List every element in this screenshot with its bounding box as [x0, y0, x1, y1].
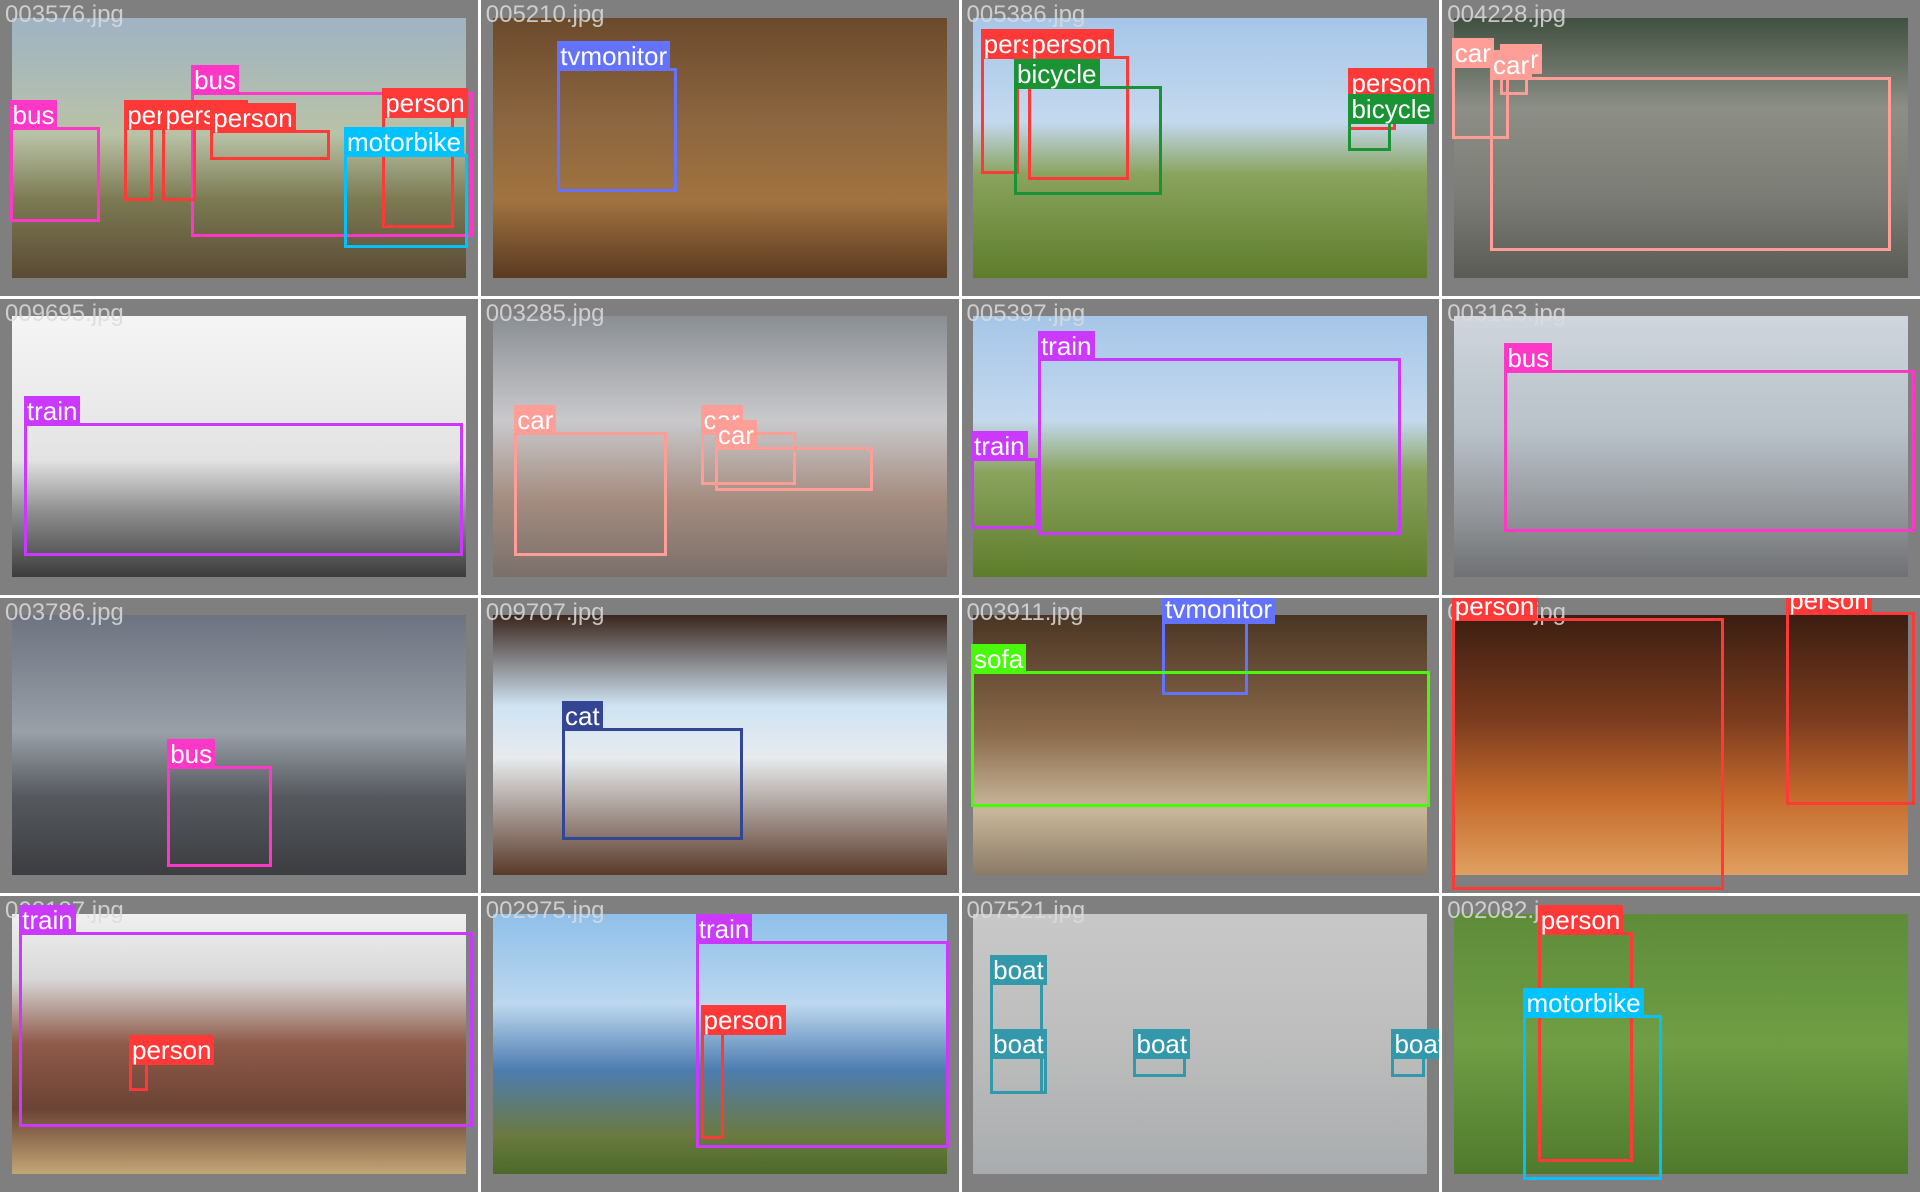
image-tile: 002975.jpg train person: [480, 896, 959, 1192]
detection-box-bicycle: bicycle: [1348, 94, 1434, 151]
detection-label: bus: [9, 100, 58, 131]
detection-box-boat: boat: [990, 1028, 1048, 1095]
detection-label: bus: [167, 739, 216, 770]
image-tile: 004228.jpg car car car: [1442, 0, 1920, 296]
detection-box-motorbike: motorbike: [1523, 987, 1662, 1181]
detection-box-train: train: [23, 395, 464, 557]
detection-label: bus: [191, 64, 240, 95]
detection-label: motorbike: [343, 126, 465, 157]
tile-filename: 009707.jpg: [485, 598, 605, 626]
detection-box-person: person: [700, 1005, 786, 1139]
tile-filename: 009695.jpg: [5, 299, 124, 327]
detection-label: bus: [1504, 342, 1553, 373]
image-tile: 005386.jpg person person bicycle person …: [961, 0, 1440, 296]
image-tile: 003163.jpg bus: [1442, 298, 1920, 595]
image-tile: 003576.jpg bus bus person person person …: [0, 0, 478, 296]
detection-box-bus: bus: [1504, 342, 1916, 533]
detection-box-boat: boat: [1133, 1028, 1191, 1077]
detection-box-train: train: [1037, 330, 1402, 536]
detection-label: bicycle: [1014, 58, 1100, 89]
detection-box-person: person: [210, 103, 330, 160]
detection-label: sofa: [971, 644, 1027, 675]
detection-label: train: [971, 431, 1028, 462]
tile-filename: 005397.jpg: [966, 299, 1086, 327]
detection-label: bicycle: [1348, 94, 1434, 125]
detection-box-bicycle: bicycle: [1014, 58, 1163, 196]
detection-label: car: [514, 404, 557, 435]
image-tile: 005397.jpg train train: [961, 298, 1440, 595]
image-tile: 003786.jpg bus: [0, 597, 478, 894]
image-tile: 007521.jpg boat boat boat boat: [961, 896, 1440, 1192]
detection-label: train: [1037, 330, 1095, 361]
detection-label: person: [1451, 597, 1538, 622]
detection-label: boat: [1133, 1028, 1191, 1059]
detection-label: train: [23, 395, 81, 426]
tile-filename: 003285.jpg: [485, 299, 605, 327]
detection-box-sofa: sofa: [971, 644, 1430, 808]
image-tile: 009695.jpg train: [0, 298, 478, 595]
detection-label: person: [1786, 597, 1872, 616]
detection-label: train: [695, 913, 753, 944]
detection-label: boat: [990, 1028, 1047, 1059]
image-tile: 003911.jpg tvmonitor sofa: [961, 597, 1440, 894]
detection-box-train: train: [19, 904, 473, 1127]
image-tile: 008187.jpg train person: [0, 896, 478, 1192]
detection-mosaic: 003576.jpg bus bus person person person …: [0, 0, 1920, 1192]
detection-label: tvmonitor: [557, 41, 671, 72]
detection-label: person: [700, 1005, 786, 1036]
detection-label: person: [1028, 29, 1114, 60]
image-tile: 005210.jpg tvmonitor: [480, 0, 959, 296]
image-tile: 009707.jpg cat: [480, 597, 959, 894]
detection-label: tvmonitor: [1162, 597, 1276, 625]
tile-filename: 003786.jpg: [5, 598, 124, 626]
detection-box-person: person: [1786, 597, 1916, 805]
detection-label: person: [1348, 67, 1434, 98]
tile-filename: 005210.jpg: [485, 1, 605, 28]
detection-label: car: [1490, 49, 1533, 80]
tile-filename: 003911.jpg: [966, 598, 1084, 626]
detection-box-train: train: [695, 913, 949, 1148]
tile-filename: 007521.jpg: [966, 897, 1086, 925]
detection-label: car: [1451, 38, 1494, 69]
tile-filename: 003576.jpg: [5, 1, 124, 28]
detection-label: person: [210, 103, 296, 134]
detection-label: boat: [1391, 1028, 1440, 1059]
image-tile: 003285.jpg car car car: [480, 298, 959, 595]
detection-label: boat: [990, 955, 1047, 986]
detection-box-car: car: [514, 404, 668, 557]
detection-label: person: [128, 1034, 215, 1065]
detection-label: train: [19, 904, 76, 935]
image-tile: 005716.jpg person person: [1442, 597, 1920, 894]
motorbike-on-grass-photo: [1454, 913, 1909, 1175]
detection-box-bus: bus: [9, 100, 101, 222]
detection-box-person: person: [124, 100, 210, 202]
detection-box-car: car: [714, 419, 873, 491]
detection-box-tvmonitor: tvmonitor: [557, 41, 677, 193]
tile-filename: 004228.jpg: [1447, 1, 1567, 28]
detection-box-person: person: [1451, 597, 1725, 891]
tile-filename: 003163.jpg: [1447, 299, 1567, 327]
detection-label: motorbike: [1523, 987, 1644, 1018]
detection-box-person: person: [128, 1034, 215, 1092]
detection-label: person: [382, 88, 468, 119]
detection-label: cat: [561, 700, 603, 731]
tile-filename: 005386.jpg: [966, 1, 1086, 28]
detection-label: car: [714, 419, 757, 450]
detection-box-cat: cat: [561, 700, 744, 840]
image-tile: 002082.jpg person motorbike: [1442, 896, 1920, 1192]
detection-box-car: car: [1490, 49, 1892, 252]
detection-box-boat: boat: [1391, 1028, 1440, 1077]
detection-box-person: person: [162, 100, 248, 202]
detection-box-bus: bus: [167, 739, 273, 867]
tile-filename: 002975.jpg: [485, 897, 605, 925]
detection-box-motorbike: motorbike: [343, 126, 469, 249]
detection-label: person: [1537, 904, 1624, 935]
detection-box-train: train: [971, 431, 1038, 530]
